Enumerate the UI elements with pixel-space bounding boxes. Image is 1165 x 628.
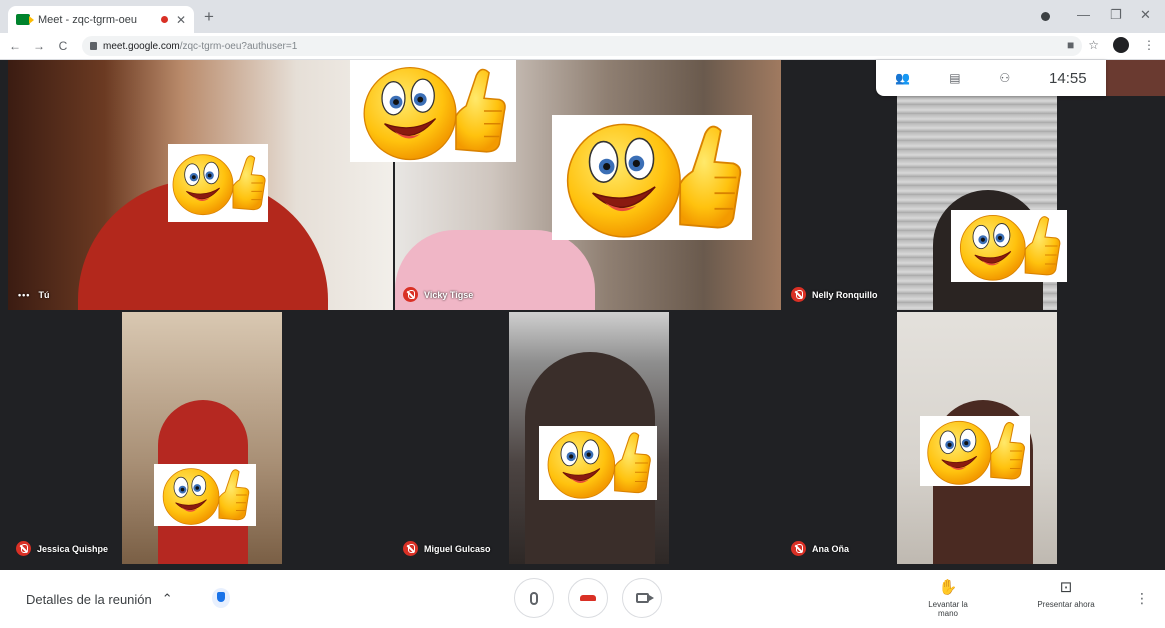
bookmark-star-icon[interactable]: ☆ [1088, 38, 1099, 52]
chat-icon[interactable]: ▤ [949, 71, 960, 85]
raise-hand-label: Levantar la mano [928, 600, 968, 618]
present-now-button[interactable]: ⊡ Presentar ahora [1030, 578, 1102, 609]
back-icon[interactable]: ← [6, 39, 24, 53]
meeting-details-label: Detalles de la reunión [26, 591, 152, 607]
participant-name: Tú [38, 290, 50, 300]
thumbs-up-emoji-icon [168, 144, 268, 222]
thumbs-up-emoji-icon [539, 426, 657, 500]
mic-muted-icon [16, 541, 31, 556]
thumbs-up-emoji-icon [920, 416, 1030, 486]
address-bar: ← → C meet.google.com /zqc-tgrm-oeu?auth… [0, 33, 1165, 60]
new-tab-icon[interactable]: + [204, 7, 214, 27]
participant-tile-miguel[interactable]: Miguel Gulcaso [395, 312, 781, 564]
camera-button[interactable] [622, 578, 662, 618]
camera-indicator-icon[interactable]: ■ [1067, 38, 1074, 52]
url-host: meet.google.com [103, 40, 180, 52]
mic-muted-icon [791, 287, 806, 302]
people-icon[interactable]: 👥 [895, 71, 910, 85]
participant-tile-nelly[interactable]: Nelly Ronquillo [783, 60, 1165, 310]
tab-close-icon[interactable]: ✕ [176, 13, 186, 27]
present-now-label: Presentar ahora [1037, 600, 1095, 609]
minimize-icon[interactable]: — [1077, 7, 1090, 22]
thumbs-up-emoji-icon [552, 115, 752, 240]
participant-name: Vicky Tigse [424, 289, 474, 300]
lock-icon [90, 42, 97, 50]
reload-icon[interactable]: C [54, 39, 72, 53]
tab-title: Meet - zqc-tgrm-oeu [38, 13, 138, 26]
mic-muted-icon [403, 287, 418, 302]
participant-nametag: Vicky Tigse [403, 287, 473, 302]
host-controls-shield-icon[interactable] [212, 588, 230, 608]
more-options-icon[interactable]: ⋮ [1135, 590, 1149, 607]
participant-name: Ana Oña [812, 543, 850, 554]
forward-icon[interactable]: → [30, 39, 48, 53]
participant-name: Miguel Gulcaso [424, 543, 491, 554]
microphone-button[interactable] [514, 578, 554, 618]
participant-nametag: ••• Tú [18, 290, 49, 300]
recording-dot-icon [160, 16, 168, 23]
participant-nametag: Miguel Gulcaso [403, 541, 491, 556]
leave-call-button[interactable] [568, 578, 608, 618]
participant-tile-self[interactable]: ••• Tú [8, 60, 393, 310]
raise-hand-icon: ✋ [938, 579, 958, 596]
meeting-clock: 14:55 [1049, 69, 1087, 87]
self-view-thumbnail[interactable] [1106, 60, 1165, 96]
activities-icon[interactable]: ⚇ [999, 71, 1010, 85]
participant-tile-jessica[interactable]: Jessica Quishpe [8, 312, 393, 564]
participant-nametag: Nelly Ronquillo [791, 287, 878, 302]
browser-menu-icon[interactable]: ⋮ [1143, 38, 1155, 52]
hang-up-icon [580, 595, 596, 601]
browser-tab[interactable]: Meet - zqc-tgrm-oeu ✕ [8, 6, 194, 33]
window-close-icon[interactable]: ✕ [1140, 7, 1151, 23]
participant-nametag: Jessica Quishpe [16, 541, 108, 556]
meeting-top-controls: 👥 ▤ ⚇ 14:55 [876, 60, 1106, 96]
restore-icon[interactable]: ❐ [1110, 7, 1122, 23]
browser-tabbar: Meet - zqc-tgrm-oeu ✕ + — ❐ ✕ [0, 0, 1165, 33]
chevron-up-icon: ⌃ [161, 591, 173, 606]
url-path: /zqc-tgrm-oeu?authuser=1 [179, 40, 298, 52]
present-screen-icon: ⊡ [1059, 579, 1073, 596]
profile-indicator-icon[interactable] [1041, 12, 1050, 21]
participant-name: Nelly Ronquillo [812, 289, 878, 300]
camera-icon [635, 593, 654, 603]
url-field[interactable]: meet.google.com /zqc-tgrm-oeu?authuser=1 [82, 36, 1082, 56]
thumbs-up-emoji-icon [951, 210, 1067, 282]
meet-favicon-icon [16, 14, 34, 25]
participant-name: Jessica Quishpe [37, 543, 109, 554]
mic-muted-icon [791, 541, 806, 556]
thumbs-up-emoji-icon [154, 464, 256, 526]
participant-tile-ana[interactable]: Ana Oña [783, 312, 1165, 564]
microphone-icon [530, 591, 538, 605]
more-options-icon[interactable]: ••• [18, 290, 30, 300]
thumbs-up-emoji-icon [350, 60, 516, 162]
meeting-details-button[interactable]: Detalles de la reunión ⌃ [26, 591, 173, 607]
avatar[interactable] [1113, 37, 1129, 53]
participant-nametag: Ana Oña [791, 541, 849, 556]
video-stage: ••• Tú Vicky Tigse Nelly Ronquillo Jessi… [0, 60, 1165, 570]
meeting-bottom-bar: Detalles de la reunión ⌃ ✋ Levantar la m… [0, 570, 1165, 628]
mic-muted-icon [403, 541, 418, 556]
raise-hand-button[interactable]: ✋ Levantar la mano [918, 578, 978, 618]
